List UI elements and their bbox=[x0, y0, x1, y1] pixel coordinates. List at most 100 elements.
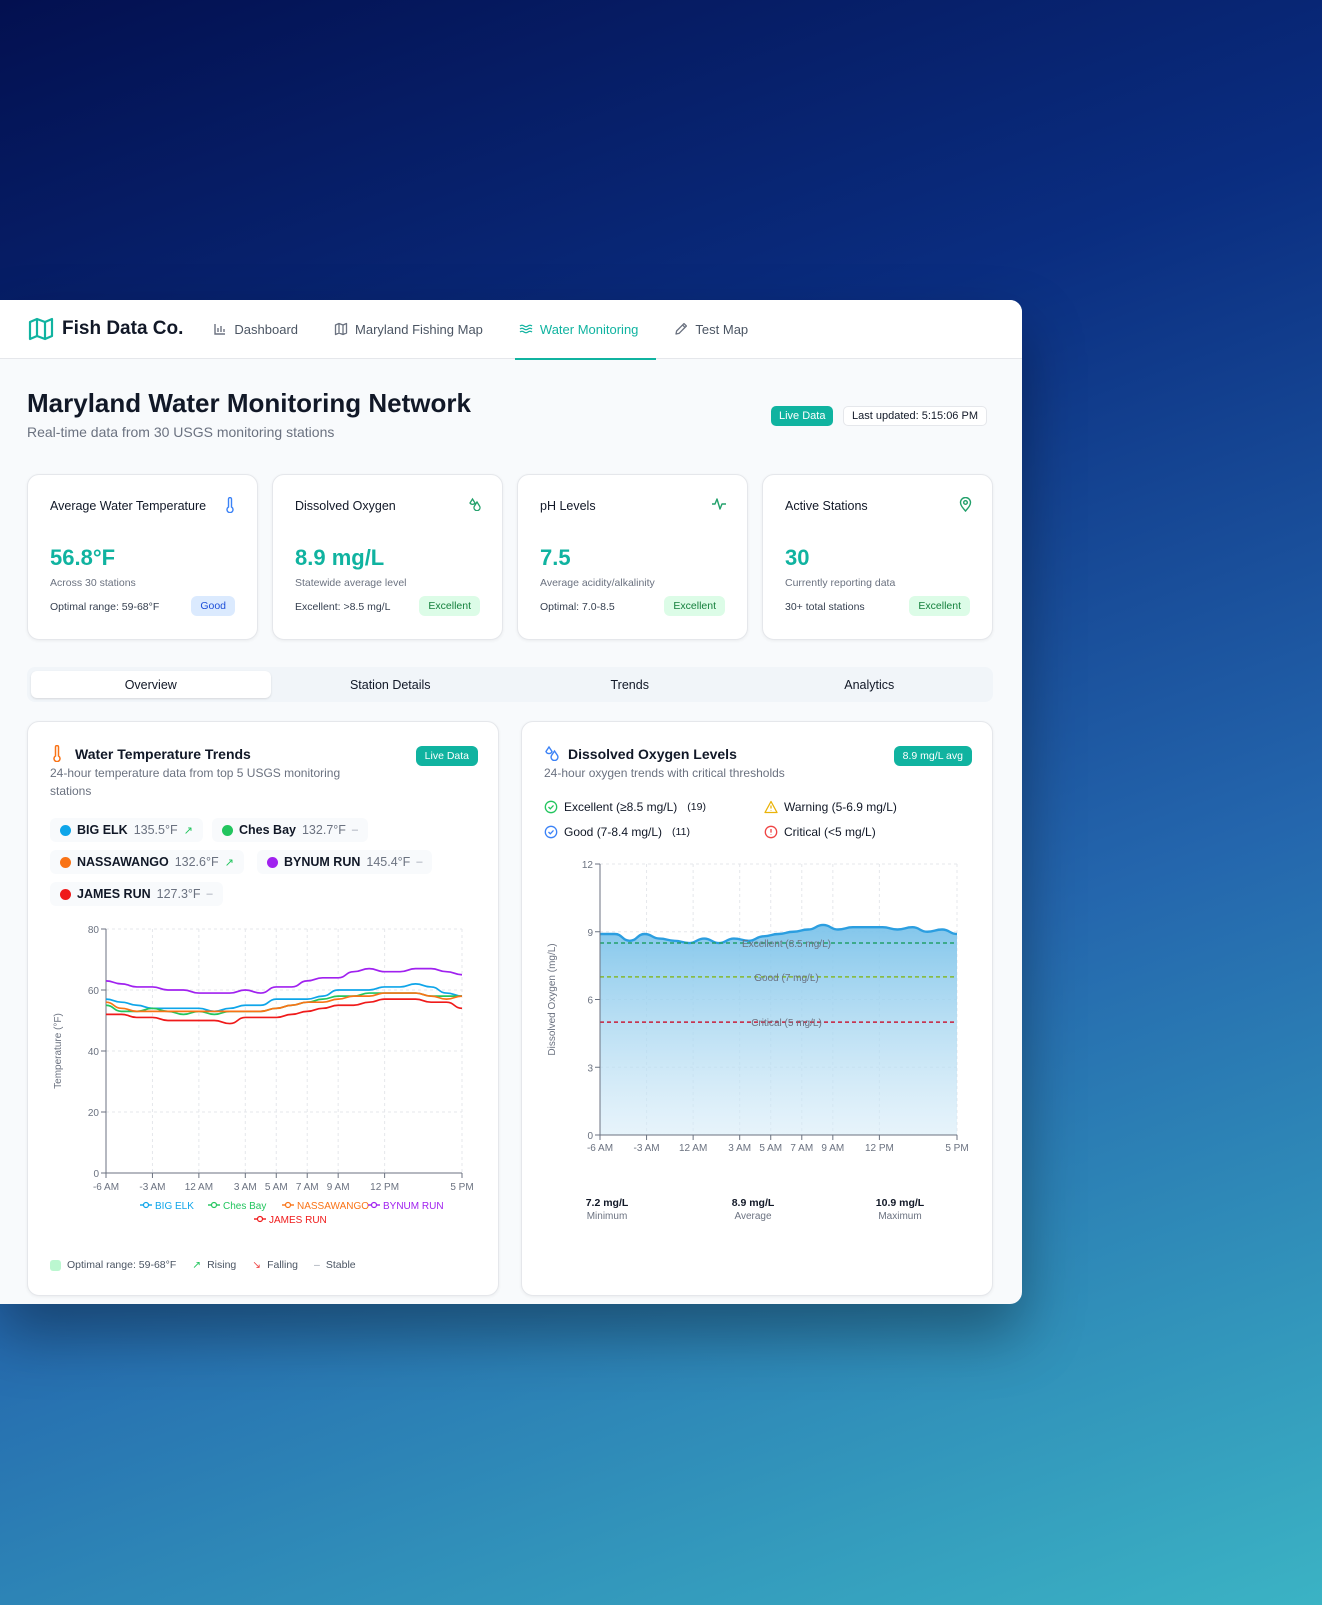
y-tick-label: 12 bbox=[582, 860, 594, 871]
x-tick-label: -6 AM bbox=[587, 1143, 613, 1154]
x-tick-label: 7 AM bbox=[296, 1182, 319, 1193]
x-tick-label: 12 AM bbox=[679, 1143, 707, 1154]
falling-label: Falling bbox=[267, 1259, 299, 1271]
station-chip-james-run[interactable]: JAMES RUN 127.3°F – bbox=[50, 882, 223, 906]
thermometer-icon bbox=[53, 745, 61, 762]
pencil-icon bbox=[675, 322, 688, 335]
tab-overview[interactable]: Overview bbox=[31, 671, 271, 698]
stat-footnote: Excellent: >8.5 mg/L bbox=[295, 601, 391, 613]
legend-critical: Critical (<5 mg/L) bbox=[764, 825, 876, 839]
station-temperature: 135.5°F bbox=[133, 823, 178, 837]
tab-trends[interactable]: Trends bbox=[510, 671, 750, 698]
optimal-range-label: Optimal range: 59-68°F bbox=[67, 1259, 177, 1271]
x-tick-label: 12 PM bbox=[370, 1182, 399, 1193]
station-chip-nassawango[interactable]: NASSAWANGO 132.6°F ↗ bbox=[50, 850, 244, 874]
live-data-badge: Live Data bbox=[771, 406, 834, 426]
brand-name: Fish Data Co. bbox=[62, 318, 184, 339]
nav-maryland-fishing-map[interactable]: Maryland Fishing Map bbox=[330, 300, 501, 359]
legend-label: Warning (5-6.9 mg/L) bbox=[784, 800, 897, 814]
droplets-icon bbox=[545, 745, 559, 761]
legend-marker bbox=[210, 1201, 218, 1209]
y-tick-label: 0 bbox=[587, 1131, 593, 1142]
y-tick-label: 6 bbox=[587, 996, 593, 1007]
series-color-dot bbox=[267, 856, 278, 868]
y-tick-label: 40 bbox=[88, 1047, 100, 1058]
summary-average: 8.9 mg/L Average bbox=[718, 1197, 788, 1222]
y-tick-label: 3 bbox=[587, 1063, 593, 1074]
trend-stable-icon: – bbox=[206, 888, 213, 900]
stat-title: Average Water Temperature bbox=[50, 499, 207, 513]
legend-label: Good (7-8.4 mg/L) bbox=[564, 825, 663, 839]
station-chip-ches-bay[interactable]: Ches Bay 132.7°F – bbox=[212, 818, 369, 842]
stat-description: Statewide average level bbox=[295, 577, 407, 589]
oxygen-area bbox=[600, 924, 957, 1135]
stat-description: Currently reporting data bbox=[785, 577, 896, 589]
panel-subtitle-line1: 24-hour temperature data from top 5 USGS… bbox=[50, 766, 341, 780]
status-badge: Excellent bbox=[909, 596, 970, 616]
legend-marker bbox=[370, 1201, 378, 1209]
optimal-range-swatch bbox=[50, 1259, 61, 1271]
stat-card-active-stations: Active Stations 30 Currently reporting d… bbox=[762, 474, 993, 640]
station-name: JAMES RUN bbox=[77, 887, 151, 901]
x-tick-label: -3 AM bbox=[139, 1182, 165, 1193]
legend-marker bbox=[256, 1215, 264, 1223]
tab-analytics[interactable]: Analytics bbox=[750, 671, 990, 698]
station-temperature: 132.6°F bbox=[174, 855, 219, 869]
nav-dashboard-label: Dashboard bbox=[234, 321, 299, 337]
legend-warning: Warning (5-6.9 mg/L) bbox=[764, 800, 897, 814]
legend-marker bbox=[142, 1201, 150, 1209]
trend-stable-icon: – bbox=[416, 856, 423, 868]
x-tick-label: 5 AM bbox=[759, 1143, 782, 1154]
legend-count: (19) bbox=[687, 801, 706, 813]
threshold-label: Critical (5 mg/L) bbox=[751, 1018, 822, 1029]
warning-triangle-icon bbox=[764, 800, 778, 814]
x-tick-label: 9 AM bbox=[821, 1143, 844, 1154]
legend-label: Excellent (≥8.5 mg/L) bbox=[564, 800, 678, 814]
x-tick-label: 5 PM bbox=[945, 1143, 968, 1154]
station-name: Ches Bay bbox=[239, 823, 296, 837]
nav-water-monitoring[interactable]: Water Monitoring bbox=[514, 300, 657, 360]
nav-test-map[interactable]: Test Map bbox=[670, 300, 766, 359]
stable-label: Stable bbox=[325, 1259, 356, 1271]
brand[interactable]: Fish Data Co. bbox=[28, 317, 183, 341]
stat-footnote: 30+ total stations bbox=[785, 601, 865, 613]
station-chip-bynum-run[interactable]: BYNUM RUN 145.4°F – bbox=[257, 850, 433, 874]
legend-count: (11) bbox=[672, 826, 690, 838]
rising-label: Rising bbox=[207, 1259, 237, 1271]
x-tick-label: 3 AM bbox=[728, 1143, 751, 1154]
thermometer-icon bbox=[226, 497, 234, 513]
nav-dashboard[interactable]: Dashboard bbox=[209, 300, 316, 359]
trend-rising-icon: ↗ bbox=[183, 824, 193, 837]
y-tick-label: 0 bbox=[93, 1169, 99, 1180]
station-temperature: 145.4°F bbox=[366, 855, 411, 869]
temperature-trends-panel: Water Temperature Trends 24-hour tempera… bbox=[27, 721, 499, 1296]
map-pin-icon bbox=[959, 497, 972, 512]
summary-value: 7.2 mg/L bbox=[585, 1197, 629, 1209]
series-color-dot bbox=[60, 856, 71, 868]
trend-rising-icon: ↗ bbox=[224, 856, 234, 869]
station-temperature: 132.7°F bbox=[301, 823, 346, 837]
stat-card-water-temperature: Average Water Temperature 56.8°F Across … bbox=[27, 474, 258, 640]
x-tick-label: 9 AM bbox=[327, 1182, 350, 1193]
threshold-label: Good (7 mg/L) bbox=[754, 973, 818, 984]
legend-label: NASSAWANGO bbox=[297, 1201, 369, 1212]
tab-station-details[interactable]: Station Details bbox=[271, 671, 511, 698]
chart-footer-legend: Optimal range: 59-68°F ↗ Rising ↘ Fallin… bbox=[50, 1259, 356, 1271]
x-tick-label: 12 PM bbox=[865, 1143, 894, 1154]
temperature-line-chart: 0 20 40 60 80 -6 AM -3 AM 12 AM 3 AM 5 AM 7 AM 9 AM… bbox=[53, 925, 474, 1226]
y-tick-label: 9 bbox=[587, 928, 593, 939]
station-chip-big-elk[interactable]: BIG ELK 135.5°F ↗ bbox=[50, 818, 203, 842]
x-tick-label: 12 AM bbox=[185, 1182, 213, 1193]
stat-description: Across 30 stations bbox=[50, 577, 136, 589]
x-tick-label: 3 AM bbox=[234, 1182, 257, 1193]
check-circle-icon bbox=[544, 825, 558, 839]
x-tick-label: 5 AM bbox=[265, 1182, 288, 1193]
y-tick-label: 20 bbox=[88, 1108, 100, 1119]
trend-falling-icon: ↘ bbox=[252, 1259, 262, 1271]
legend-label: BYNUM RUN bbox=[383, 1201, 444, 1212]
stat-description: Average acidity/alkalinity bbox=[540, 577, 655, 589]
trend-rising-icon: ↗ bbox=[192, 1259, 202, 1271]
status-badge: Excellent bbox=[419, 596, 480, 616]
stat-card-dissolved-oxygen: Dissolved Oxygen 8.9 mg/L Statewide aver… bbox=[272, 474, 503, 640]
y-tick-label: 60 bbox=[88, 986, 100, 997]
